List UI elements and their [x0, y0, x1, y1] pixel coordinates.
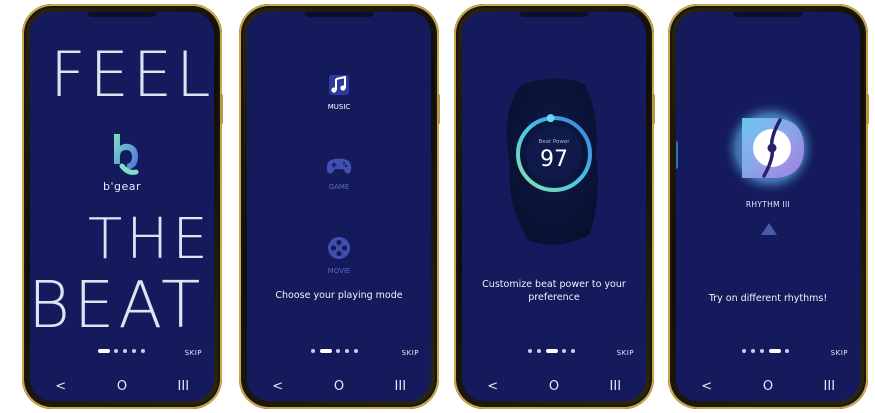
onboarding-caption: Try on different rhythms! [708, 293, 828, 304]
beat-power-gauge: Beat Power 97 [506, 78, 598, 245]
skip-button[interactable]: SKIP [402, 349, 419, 357]
gauge-value: 97 [540, 147, 568, 172]
back-button[interactable]: < [692, 379, 722, 394]
back-button[interactable]: < [46, 379, 76, 394]
prev-rhythm-peek[interactable] [676, 140, 678, 170]
notch [519, 12, 589, 17]
home-button[interactable]: O [107, 379, 137, 394]
onboarding-screen-3: Beat Power 97 Customize beat power to yo… [462, 12, 646, 401]
home-button[interactable]: O [324, 379, 354, 394]
bgear-logo-icon [114, 134, 139, 175]
music-note-icon [329, 75, 349, 95]
headline-beat: BEAT [30, 269, 205, 343]
mode-label: GAME [328, 183, 350, 191]
page-dot [345, 349, 349, 353]
skip-button[interactable]: SKIP [185, 349, 202, 357]
home-button[interactable]: O [753, 379, 783, 394]
page-dot [336, 349, 340, 353]
mode-label: MOVIE [327, 267, 351, 275]
page-dot [562, 349, 566, 353]
back-button[interactable]: < [263, 379, 293, 394]
back-button[interactable]: < [478, 379, 508, 394]
home-button[interactable]: O [539, 379, 569, 394]
headline-the: THE [88, 207, 212, 272]
rhythm-label: RHYTHM III [745, 200, 791, 209]
phone-frame-3: Beat Power 97 Customize beat power to yo… [454, 4, 655, 409]
onboarding-screen-1: FEEL b'gear THE BEAT SKIP < O III [30, 12, 214, 401]
logo-wordmark: b'gear [102, 180, 142, 193]
page-dot-active [320, 349, 332, 353]
recents-button[interactable]: III [600, 379, 630, 394]
page-dot [311, 349, 315, 353]
page-dot [760, 349, 764, 353]
phone-frame-1: FEEL b'gear THE BEAT SKIP < O III [22, 4, 223, 409]
notch [87, 12, 157, 17]
recents-button[interactable]: III [168, 379, 198, 394]
page-dot-active [769, 349, 781, 353]
onboarding-screen-4: RHYTHM III Try on different rhythms! SKI… [676, 12, 860, 401]
headline-feel: FEEL [50, 38, 214, 111]
film-reel-icon [328, 237, 350, 259]
phone-frame-2: MUSIC GAME MOVIE Choose your playing mod… [239, 4, 440, 409]
system-nav-bar: < O III [462, 371, 646, 401]
onboarding-caption: Customize beat power to your preference [482, 279, 626, 303]
page-dot [785, 349, 789, 353]
gauge-title: Beat Power [538, 139, 570, 145]
rhythm-logo-icon [722, 100, 818, 196]
gamepad-icon [326, 158, 352, 174]
mode-game[interactable]: GAME [247, 156, 431, 191]
notch [304, 12, 374, 17]
page-dot [571, 349, 575, 353]
page-dot [751, 349, 755, 353]
page-dot [141, 349, 145, 353]
phone-frame-4: RHYTHM III Try on different rhythms! SKI… [668, 4, 869, 409]
page-dot [123, 349, 127, 353]
onboarding-screen-2: MUSIC GAME MOVIE Choose your playing mod… [247, 12, 431, 401]
page-dot [537, 349, 541, 353]
skip-button[interactable]: SKIP [831, 349, 848, 357]
recents-button[interactable]: III [814, 379, 844, 394]
page-dot [114, 349, 118, 353]
page-dot [742, 349, 746, 353]
triangle-up-icon[interactable] [760, 222, 778, 236]
system-nav-bar: < O III [676, 371, 860, 401]
system-nav-bar: < O III [30, 371, 214, 401]
mode-label: MUSIC [327, 103, 351, 111]
notch [733, 12, 803, 17]
skip-button[interactable]: SKIP [617, 349, 634, 357]
system-nav-bar: < O III [247, 371, 431, 401]
page-dot [528, 349, 532, 353]
recents-button[interactable]: III [385, 379, 415, 394]
onboarding-caption: Choose your playing mode [275, 290, 403, 301]
gauge-knob [546, 114, 555, 123]
page-dot-active [98, 349, 110, 353]
mode-movie[interactable]: MOVIE [247, 236, 431, 275]
page-dot [132, 349, 136, 353]
page-dot-active [546, 349, 558, 353]
page-dot [354, 349, 358, 353]
mode-music[interactable]: MUSIC [247, 74, 431, 111]
